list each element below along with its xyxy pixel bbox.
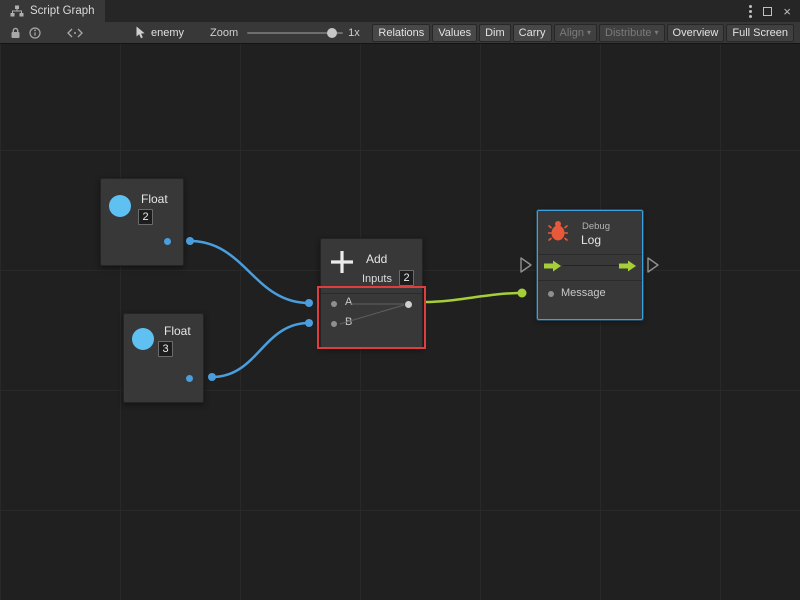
node-title: Float [164, 324, 191, 338]
node-title: Add [366, 252, 387, 266]
button-label: Carry [519, 27, 546, 39]
node-divider [321, 293, 422, 294]
titlebar: Script Graph × [0, 0, 800, 22]
wire-float1-to-add-a[interactable] [190, 241, 309, 303]
wire-endpoint-dot [305, 299, 313, 307]
node-title: Log [581, 233, 601, 247]
input-port-b[interactable] [331, 321, 337, 327]
menu-button[interactable] [749, 5, 752, 18]
wire-endpoint-dot [186, 237, 194, 245]
flow-input-triangle[interactable] [521, 258, 531, 272]
titlebar-spacer [105, 0, 750, 22]
node-title: Float [141, 192, 168, 206]
close-button[interactable]: × [783, 5, 791, 18]
graph-toolbar: enemy Zoom 1x Relations Values Dim Carry… [0, 22, 800, 44]
carry-toggle[interactable]: Carry [513, 24, 552, 42]
dim-toggle[interactable]: Dim [479, 24, 511, 42]
float-icon [132, 328, 154, 350]
wire-endpoint-dot [208, 373, 216, 381]
input-port-a[interactable] [331, 301, 337, 307]
sum-output-port[interactable] [405, 301, 412, 308]
values-toggle[interactable]: Values [432, 24, 477, 42]
node-divider [538, 280, 642, 281]
relations-toggle[interactable]: Relations [372, 24, 430, 42]
wire-endpoint-dot [305, 319, 313, 327]
debug-log-node[interactable]: Debug Log Message [537, 210, 643, 320]
graph-canvas[interactable]: Float 2 Float 3 Add Inputs 2 A B Debug L… [0, 44, 800, 600]
zoom-slider-handle[interactable] [327, 28, 337, 38]
inputs-count-input[interactable]: 2 [399, 270, 414, 286]
flow-relation-line [563, 265, 618, 266]
message-label: Message [561, 287, 606, 299]
button-label: Align [560, 27, 584, 39]
float-output-port[interactable] [186, 375, 193, 382]
maximize-button[interactable] [763, 7, 772, 16]
code-view-button[interactable] [65, 24, 85, 42]
code-icon [67, 28, 83, 38]
script-graph-icon [10, 5, 24, 17]
maximize-icon [763, 7, 772, 16]
button-label: Overview [673, 27, 719, 39]
graph-name: enemy [151, 27, 184, 39]
pointer-icon [135, 26, 146, 39]
info-button[interactable] [25, 24, 45, 42]
float-value-input[interactable]: 2 [138, 209, 153, 225]
button-label: Full Screen [732, 27, 788, 39]
align-dropdown[interactable]: Align▾ [554, 24, 597, 42]
lock-icon [10, 27, 21, 39]
lock-button[interactable] [5, 24, 25, 42]
button-label: Dim [485, 27, 505, 39]
bug-icon [547, 219, 569, 243]
zoom-value: 1x [348, 27, 360, 39]
port-b-label: B [345, 316, 352, 328]
add-node[interactable]: Add Inputs 2 A B [320, 238, 423, 348]
chevron-down-icon: ▾ [587, 28, 591, 37]
node-divider [538, 254, 642, 255]
float-node-2[interactable]: Float 3 [123, 313, 204, 403]
plus-icon [328, 248, 356, 276]
info-icon [29, 27, 41, 39]
float-output-port[interactable] [164, 238, 171, 245]
flow-output-triangle[interactable] [648, 258, 658, 272]
window-controls: × [749, 0, 800, 22]
graph-breadcrumb[interactable]: enemy [135, 26, 184, 39]
wire-endpoint-dot [518, 289, 527, 298]
button-label: Relations [378, 27, 424, 39]
message-input-port[interactable] [548, 291, 554, 297]
overview-button[interactable]: Overview [667, 24, 725, 42]
tab-script-graph[interactable]: Script Graph [0, 0, 105, 22]
button-label: Distribute [605, 27, 651, 39]
tab-title: Script Graph [30, 5, 95, 17]
flow-in-arrow[interactable] [544, 260, 562, 272]
node-category: Debug [582, 221, 610, 232]
full-screen-button[interactable]: Full Screen [726, 24, 794, 42]
float-icon [109, 195, 131, 217]
flow-out-arrow[interactable] [619, 260, 637, 272]
wire-add-to-log-message[interactable] [424, 293, 522, 302]
port-a-label: A [345, 296, 352, 308]
distribute-dropdown[interactable]: Distribute ▾ [599, 24, 664, 42]
chevron-down-icon: ▾ [655, 28, 659, 37]
float-value-input[interactable]: 3 [158, 341, 173, 357]
zoom-slider[interactable] [247, 26, 343, 40]
zoom-label: Zoom [210, 27, 238, 39]
inputs-label: Inputs [362, 273, 392, 285]
button-label: Values [438, 27, 471, 39]
toolbar-buttons: Relations Values Dim Carry Align▾ Distri… [372, 24, 795, 42]
float-node-1[interactable]: Float 2 [100, 178, 184, 266]
wire-float2-to-add-b[interactable] [212, 323, 309, 377]
